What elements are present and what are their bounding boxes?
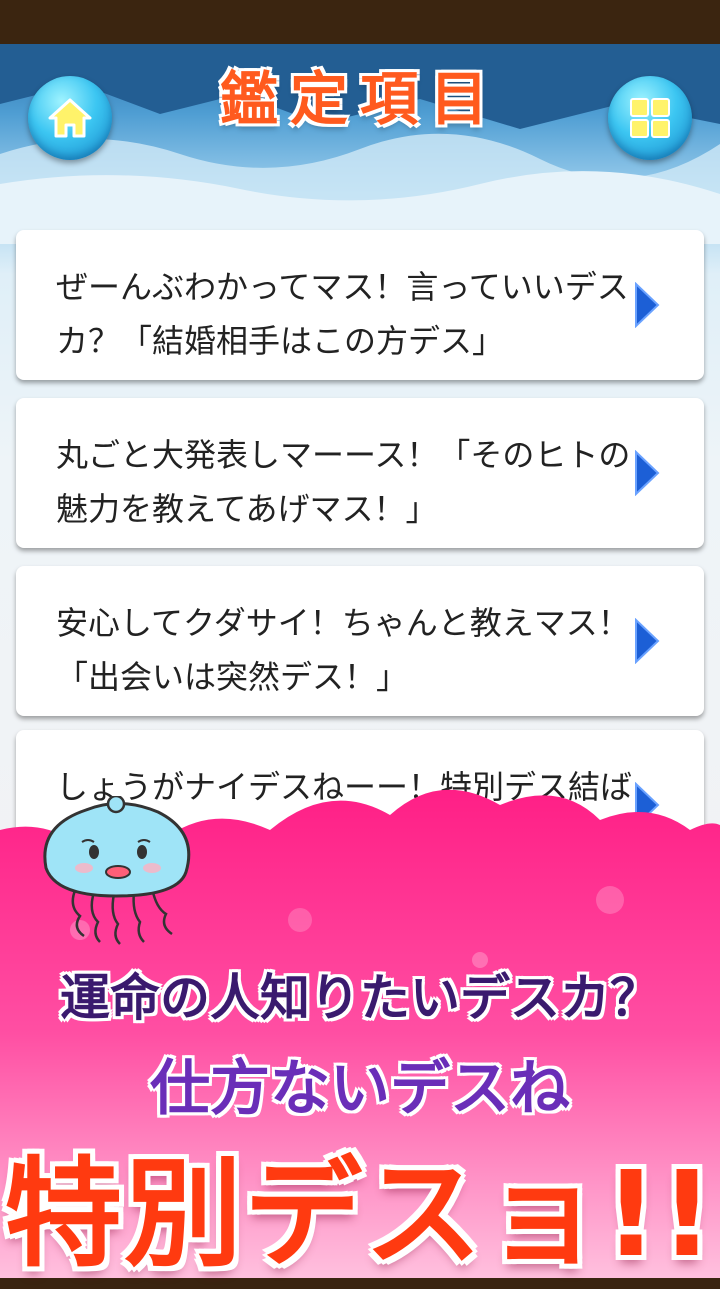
chevron-right-icon xyxy=(635,450,660,496)
banner-callout: 特別デスョ!! xyxy=(4,1145,716,1283)
list-item-label: ぜーんぶわかってマス！言っていいデスカ？「結婚相手はこの方デス」 xyxy=(56,268,629,360)
list-item[interactable]: ぜーんぶわかってマス！言っていいデスカ？「結婚相手はこの方デス」 xyxy=(16,230,704,380)
home-button[interactable] xyxy=(28,76,112,160)
list-item[interactable]: 丸ごと大発表しマーース！「そのヒトの魅力を教えてあげマス！」 xyxy=(16,398,704,548)
list-item-label: 安心してクダサイ！ちゃんと教えマス！「出会いは突然デス！」 xyxy=(56,604,630,696)
list-item[interactable]: 安心してクダサイ！ちゃんと教えマス！「出会いは突然デス！」 xyxy=(16,566,704,716)
home-icon xyxy=(48,98,92,138)
chevron-right-icon xyxy=(635,282,660,328)
chevron-right-icon xyxy=(635,618,660,664)
grid-menu-icon xyxy=(630,98,670,138)
banner-headline: 運命の人知りたいデスカ？ xyxy=(60,969,660,1027)
menu-button[interactable] xyxy=(608,76,692,160)
list-item-label: 丸ごと大発表しマーース！「そのヒトの魅力を教えてあげマス！」 xyxy=(56,436,631,528)
jellyfish-mascot xyxy=(43,796,191,945)
banner-subheadline: 仕方ないデスね xyxy=(150,1054,570,1124)
status-bar xyxy=(0,0,720,44)
